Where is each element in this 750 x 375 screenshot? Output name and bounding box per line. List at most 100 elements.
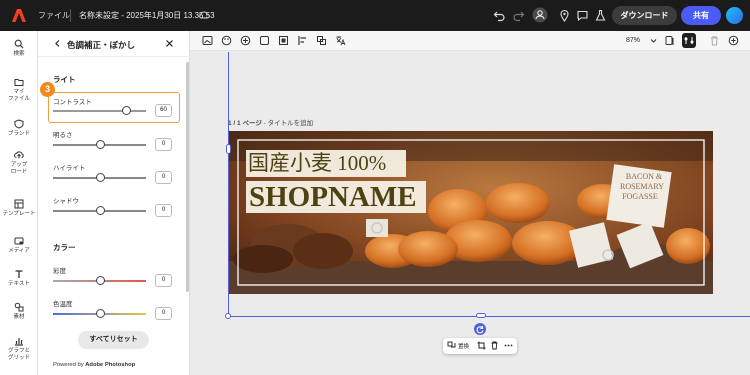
saturation-label: 彩度 [53,268,66,275]
resize-handle[interactable] [225,313,231,319]
download-button[interactable]: ダウンロード [612,6,677,25]
rail-item-elements[interactable]: 素材 [0,302,38,321]
sign-line-3: FOGASSE [622,192,658,201]
page-title-placeholder[interactable]: - タイトルを追加 [262,120,313,127]
sign-line-2: ROSEMARY [620,182,664,191]
shadows-slider-handle[interactable] [96,206,105,215]
sign-line-1: BACON & [626,172,663,181]
frame-icon[interactable] [259,35,270,46]
page-number: 1 / 1 ページ [228,120,262,127]
resize-handle[interactable] [476,313,486,318]
palette-icon[interactable] [221,35,232,46]
brightness-label: 明るさ [53,132,73,139]
chevron-down-icon[interactable] [648,35,659,46]
more-options-icon[interactable] [504,341,513,350]
chart-grid-icon [15,338,23,346]
divider [70,9,71,22]
banner-heading-1[interactable]: 国産小麦 100% [248,150,386,177]
selection-edge-left [228,52,229,316]
rail-item-template[interactable]: テンプレート [0,199,38,218]
file-menu[interactable]: ファイル [38,10,70,21]
invite-user-icon[interactable] [532,7,548,23]
effects-icon[interactable] [240,35,251,46]
layers-icon[interactable] [316,35,327,46]
rotate-handle[interactable] [474,323,486,335]
rail-item-upload[interactable]: アップ ロード [0,150,38,175]
section-heading-color: カラー [53,243,76,252]
cloud-icon [199,11,210,19]
contrast-highlight-frame [48,92,180,123]
avatar[interactable] [726,7,743,24]
brightness-value-field[interactable]: 0 [155,138,172,151]
document-title[interactable]: 名称未設定 - 2025年1月30日 13.35.53 [79,10,215,21]
rail-label: ブランド [7,131,30,137]
rail-label: アップ ロード [10,162,28,175]
page-copy-icon[interactable] [664,35,675,46]
comment-icon[interactable] [576,9,589,22]
rail-label: グラフと グリッド [7,348,30,361]
folder-icon [14,79,24,86]
highlights-slider-handle[interactable] [96,173,105,182]
zoom-level[interactable]: 87% [626,37,640,44]
crop-image-icon[interactable] [202,35,213,46]
shadows-value-field[interactable]: 0 [155,204,172,217]
rail-item-my-files[interactable]: マイ ファイル [0,77,38,102]
brand-icon [14,119,24,129]
reset-all-button[interactable]: すべてリセット [78,331,149,349]
resize-handle[interactable] [226,144,231,154]
rail-label: 素材 [13,314,25,320]
highlights-value-field[interactable]: 0 [155,171,172,184]
translate-icon[interactable] [335,35,346,46]
context-toolbar: 87% [190,31,750,51]
rail-label: テンプレート [2,211,36,217]
page-label[interactable]: 1 / 1 ページ - タイトルを追加 [228,117,313,127]
adjust-icon[interactable] [682,33,696,48]
rail-label: 検索 [13,51,25,57]
adobe-express-logo[interactable] [12,9,26,22]
rail-item-chart-grid[interactable]: グラフと グリッド [0,336,38,361]
delete-icon[interactable] [490,341,499,350]
highlights-label: ハイライト [53,165,86,172]
saturation-value-field[interactable]: 0 [155,274,172,287]
banner-heading-2[interactable]: SHOPNAME [249,181,417,213]
trash-icon[interactable] [709,35,720,46]
back-arrow-icon[interactable] [53,39,62,48]
temperature-label: 色温度 [53,301,73,308]
add-circle-icon[interactable] [728,35,739,46]
redo-icon[interactable] [512,9,525,22]
replace-button[interactable]: 置換 [458,342,469,350]
temperature-slider-handle[interactable] [96,309,105,318]
rail-item-search[interactable]: 検索 [0,39,38,58]
rail-item-media[interactable]: メディア [0,236,38,255]
left-rail: 検索 マイ ファイル ブランド アップ ロード テンプレート メディア テキスト… [0,31,38,375]
section-heading-light: ライト [53,75,76,84]
search-icon [14,39,24,49]
crop-icon[interactable] [477,341,486,350]
temperature-value-field[interactable]: 0 [155,307,172,320]
close-icon[interactable] [165,39,174,48]
panel-scrollbar[interactable] [186,62,189,292]
rail-label: マイ ファイル [7,89,30,102]
undo-icon[interactable] [493,9,506,22]
mask-icon[interactable] [278,35,289,46]
template-icon [14,199,24,209]
brightness-slider-handle[interactable] [96,140,105,149]
share-button[interactable]: 共有 [681,6,721,25]
replace-icon[interactable] [447,341,456,350]
text-icon [15,270,23,278]
rotate-icon [476,326,484,334]
align-icon[interactable] [297,35,308,46]
rail-item-brand[interactable]: ブランド [0,119,38,138]
panel-header: 色調補正・ぼかし [38,31,190,57]
location-pin-icon[interactable] [558,9,571,22]
rail-item-text[interactable]: テキスト [0,269,38,288]
rail-label: テキスト [8,281,30,287]
powered-brand: Adobe Photoshop [85,362,136,368]
floating-object-toolbar: 置換 [443,338,517,354]
saturation-slider-handle[interactable] [96,276,105,285]
powered-prefix: Powered by [53,362,86,368]
banner-image[interactable]: BACON & ROSEMARY FOGASSE 国産小麦 100% SHOPN… [228,131,713,294]
upload-icon [14,151,24,159]
flask-icon[interactable] [594,9,607,22]
selection-edge-bottom [228,316,750,317]
